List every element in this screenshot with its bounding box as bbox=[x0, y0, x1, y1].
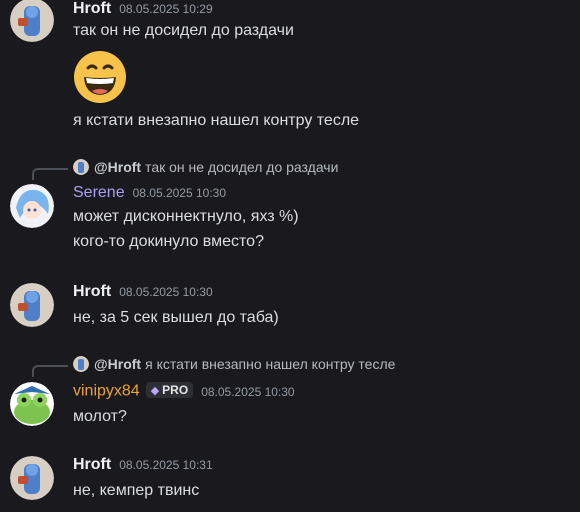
author-label[interactable]: Hroft bbox=[73, 456, 111, 473]
hroft-mini-avatar-icon bbox=[73, 159, 89, 175]
timestamp: 08.05.2025 10:29 bbox=[119, 2, 213, 16]
timestamp: 08.05.2025 10:30 bbox=[201, 384, 295, 399]
reply-text: так он не досидел до раздачи bbox=[145, 159, 339, 175]
message-text: не, кемпер твинс bbox=[73, 482, 200, 499]
hroft-mini-avatar-icon bbox=[73, 356, 89, 372]
gem-icon: ◆ bbox=[150, 384, 160, 397]
author-name[interactable]: Hroft 08.05.2025 10:31 bbox=[73, 456, 213, 474]
author-name[interactable]: Hroft 08.05.2025 10:30 bbox=[73, 283, 213, 301]
author-label[interactable]: Hroft bbox=[73, 0, 111, 17]
author-label[interactable]: Serene bbox=[73, 184, 125, 201]
message-text: так он не досидел до раздачи bbox=[73, 22, 294, 39]
pro-badge[interactable]: ◆ PRO bbox=[145, 382, 194, 398]
message-text-extra: я кстати внезапно нашел контру тесле bbox=[73, 112, 360, 129]
reply-preview[interactable]: @Hroft так он не досидел до раздачи bbox=[73, 157, 338, 177]
reply-preview[interactable]: @Hroft я кстати внезапно нашел контру те… bbox=[73, 354, 395, 374]
timestamp: 08.05.2025 10:30 bbox=[132, 186, 227, 200]
avatar-hroft[interactable] bbox=[10, 456, 54, 500]
author-label[interactable]: vinipyx84 bbox=[73, 383, 140, 400]
hroft-avatar-icon bbox=[10, 283, 54, 327]
author-name[interactable]: Serene 08.05.2025 10:30 bbox=[73, 184, 226, 202]
author-label[interactable]: Hroft bbox=[73, 283, 111, 300]
avatar-serene[interactable] bbox=[10, 184, 54, 228]
hroft-avatar-icon bbox=[10, 456, 54, 500]
timestamp: 08.05.2025 10:31 bbox=[119, 458, 213, 472]
message-text: не, за 5 сек вышел до таба) bbox=[73, 309, 279, 326]
author-name[interactable]: vinipyx84 ◆ PRO 08.05.2025 10:30 bbox=[73, 382, 295, 401]
reply-spine bbox=[32, 365, 68, 377]
reply-text: я кстати внезапно нашел контру тесле bbox=[145, 356, 396, 372]
reply-mention[interactable]: @Hroft bbox=[94, 356, 141, 372]
badge-label: PRO bbox=[162, 383, 189, 397]
reply-spine bbox=[32, 168, 68, 180]
author-name[interactable]: Hroft 08.05.2025 10:29 bbox=[73, 0, 213, 18]
avatar-hroft[interactable] bbox=[10, 0, 54, 42]
message-text: кого-то докинуло вместо? bbox=[73, 233, 264, 250]
avatar-hroft[interactable] bbox=[10, 283, 54, 327]
hroft-avatar-icon bbox=[10, 0, 54, 42]
grinning-face-emoji bbox=[73, 50, 127, 104]
message-text: может дисконнектнуло, яхз %) bbox=[73, 208, 299, 225]
reply-mention[interactable]: @Hroft bbox=[94, 159, 141, 175]
frog-avatar-icon bbox=[10, 382, 54, 426]
message-text: молот? bbox=[73, 408, 127, 425]
avatar-vinipyx84[interactable] bbox=[10, 382, 54, 426]
timestamp: 08.05.2025 10:30 bbox=[119, 285, 213, 299]
serene-avatar-icon bbox=[10, 184, 54, 228]
